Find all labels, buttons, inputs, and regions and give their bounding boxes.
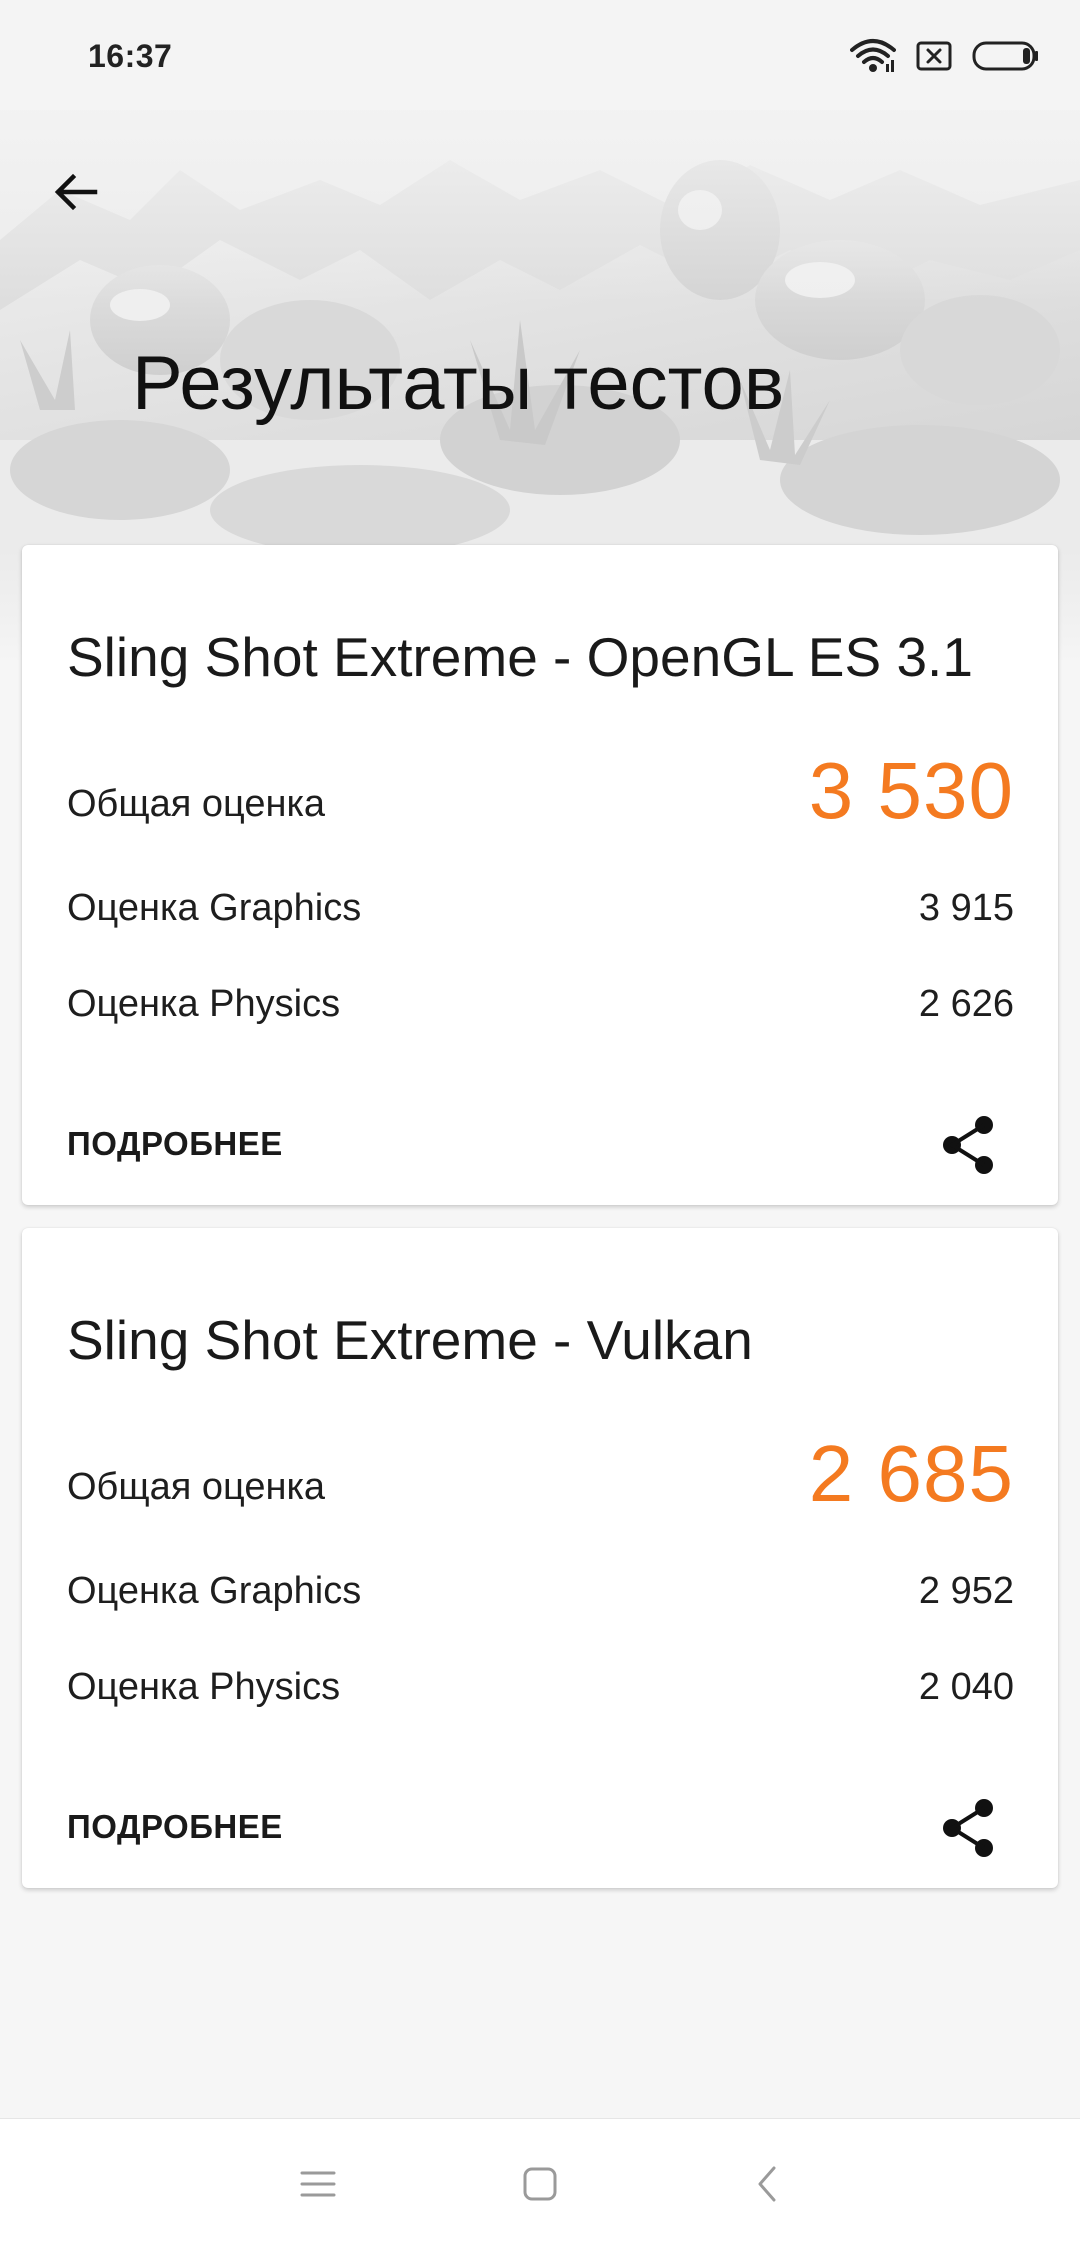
physics-score-value: 2 040: [918, 1666, 1014, 1708]
menu-icon: [300, 2171, 336, 2197]
physics-score-value: 2 626: [918, 983, 1014, 1025]
overall-score-label: Общая оценка: [67, 783, 326, 825]
nav-back-icon: [758, 2166, 776, 2202]
overall-score-value: 2 685: [808, 1429, 1014, 1518]
page-title: Результаты тестов: [132, 341, 785, 426]
details-button[interactable]: ПОДРОБНЕЕ: [67, 1808, 283, 1846]
no-sim-icon: [916, 41, 952, 76]
share-icon: [943, 1116, 993, 1174]
result-card-opengl: Sling Shot Extreme - OpenGL ES 3.1 Общая…: [22, 545, 1058, 1205]
back-arrow-icon: [54, 173, 98, 211]
overall-score-label: Общая оценка: [67, 1466, 326, 1508]
status-bar: 16:37: [0, 0, 1080, 110]
test-name: Sling Shot Extreme - OpenGL ES 3.1: [67, 626, 973, 688]
nav-recents-button[interactable]: [283, 2149, 353, 2219]
graphics-score-value: 3 915: [918, 887, 1014, 929]
system-nav-bar: [0, 2118, 1080, 2249]
status-icons: [850, 38, 1040, 78]
nav-home-button[interactable]: [505, 2149, 575, 2219]
back-button[interactable]: [44, 160, 108, 224]
test-name: Sling Shot Extreme - Vulkan: [67, 1309, 753, 1371]
wifi-icon: [850, 38, 896, 79]
share-icon: [943, 1799, 993, 1857]
nav-back-button[interactable]: [732, 2149, 802, 2219]
overall-score-value: 3 530: [808, 746, 1014, 835]
graphics-score-label: Оценка Graphics: [67, 887, 362, 929]
graphics-score-value: 2 952: [918, 1570, 1014, 1612]
share-button[interactable]: [928, 1788, 1008, 1868]
details-button[interactable]: ПОДРОБНЕЕ: [67, 1125, 283, 1163]
physics-score-label: Оценка Physics: [67, 983, 341, 1025]
graphics-score-label: Оценка Graphics: [67, 1570, 362, 1612]
home-square-icon: [523, 2167, 557, 2201]
status-time: 16:37: [88, 38, 173, 74]
battery-icon: [972, 41, 1040, 76]
physics-score-label: Оценка Physics: [67, 1666, 341, 1708]
share-button[interactable]: [928, 1105, 1008, 1185]
result-card-vulkan: Sling Shot Extreme - Vulkan Общая оценка…: [22, 1228, 1058, 1888]
